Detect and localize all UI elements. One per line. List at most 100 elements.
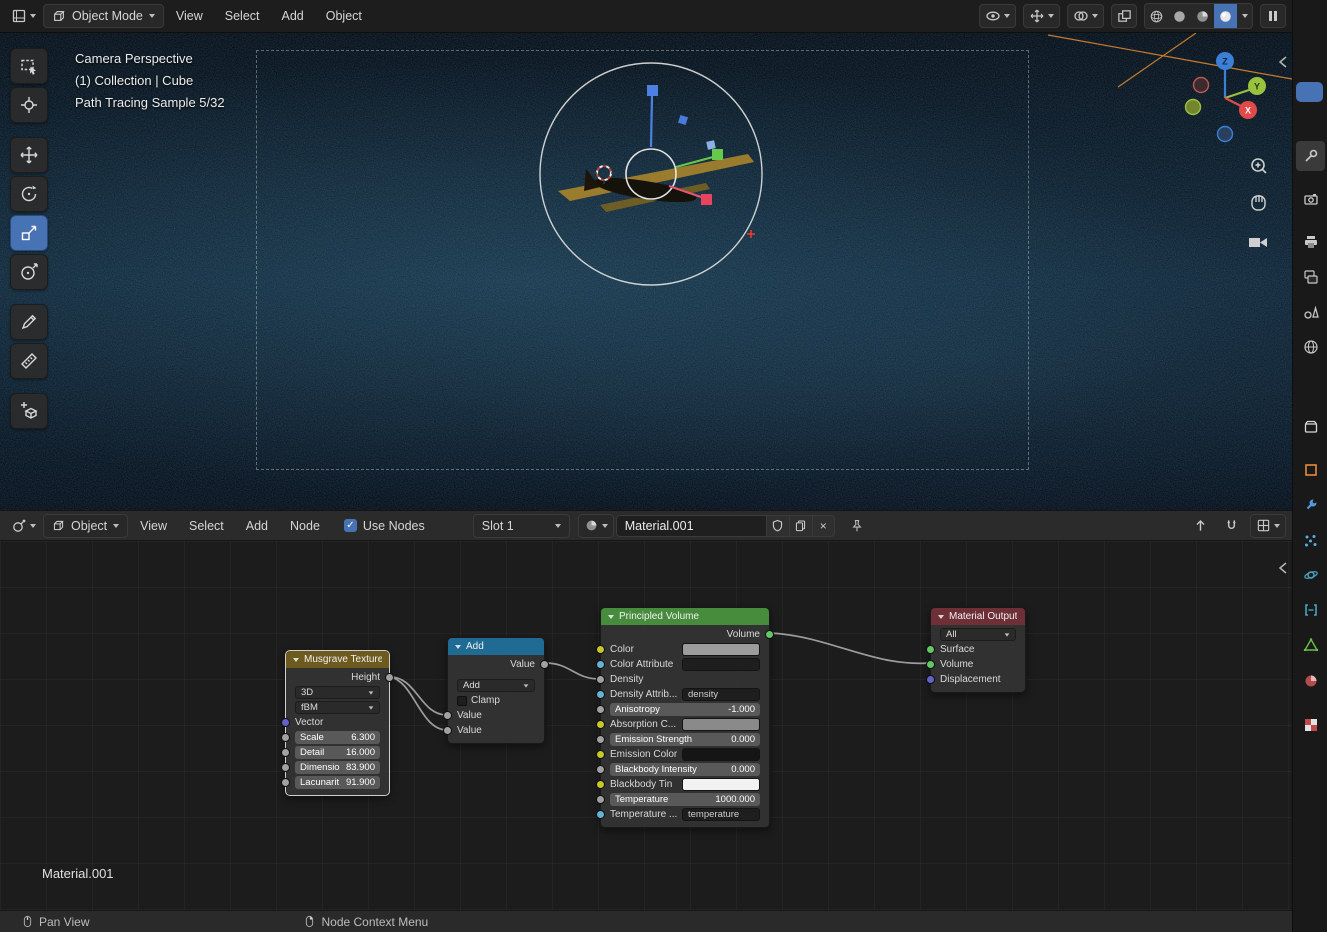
shading-options-dropdown[interactable] bbox=[1237, 4, 1252, 28]
tab-modifiers[interactable] bbox=[1296, 490, 1325, 520]
pause-preview-button[interactable] bbox=[1260, 4, 1286, 28]
output-target-dropdown[interactable]: All bbox=[940, 628, 1016, 641]
shading-rendered-button[interactable] bbox=[1214, 4, 1237, 28]
menu-view[interactable]: View bbox=[130, 514, 177, 538]
tool-transform[interactable] bbox=[10, 254, 48, 290]
show-gizmos-dropdown[interactable] bbox=[1023, 4, 1060, 28]
tab-tool[interactable] bbox=[1296, 141, 1325, 171]
socket-temperature-attribute-input[interactable] bbox=[596, 810, 605, 819]
tab-material[interactable] bbox=[1296, 666, 1325, 696]
tab-strip-scrollbar[interactable] bbox=[1296, 82, 1323, 102]
menu-add[interactable]: Add bbox=[236, 514, 278, 538]
socket-dimension-input[interactable] bbox=[281, 763, 290, 772]
3d-viewport[interactable]: Camera Perspective (1) Collection | Cube… bbox=[0, 33, 1292, 510]
socket-emission-color-input[interactable] bbox=[596, 750, 605, 759]
unlink-material-button[interactable]: × bbox=[811, 514, 835, 537]
temperature-attribute-field[interactable]: temperature bbox=[682, 808, 760, 821]
socket-volume-input[interactable] bbox=[926, 660, 935, 669]
socket-value-output[interactable] bbox=[540, 660, 549, 669]
socket-absorption-color-input[interactable] bbox=[596, 720, 605, 729]
tool-scale[interactable] bbox=[10, 215, 48, 251]
collapse-triangle-icon[interactable] bbox=[455, 644, 461, 649]
editor-options-dropdown[interactable] bbox=[1250, 513, 1286, 538]
collapse-triangle-icon[interactable] bbox=[608, 614, 614, 619]
socket-emission-strength-input[interactable] bbox=[596, 735, 605, 744]
density-attribute-field[interactable]: density bbox=[682, 688, 760, 701]
tab-collection[interactable] bbox=[1296, 412, 1325, 442]
absorption-color-swatch[interactable] bbox=[682, 718, 760, 731]
node-header[interactable]: Add bbox=[448, 638, 544, 655]
musgrave-type-dropdown[interactable]: fBM bbox=[295, 701, 380, 714]
tool-measure[interactable] bbox=[10, 343, 48, 379]
blackbody-intensity-slider[interactable]: Blackbody Intensity 0.000 bbox=[610, 763, 760, 776]
shading-solid-button[interactable] bbox=[1168, 4, 1191, 28]
menu-select[interactable]: Select bbox=[215, 4, 270, 28]
tab-physics[interactable] bbox=[1296, 560, 1325, 590]
dimensions-dropdown[interactable]: 3D bbox=[295, 686, 380, 699]
editor-type-button[interactable] bbox=[6, 514, 41, 538]
show-overlays-dropdown[interactable] bbox=[1067, 4, 1104, 28]
lacunarity-slider[interactable]: Lacunarit 91.900 bbox=[295, 776, 380, 789]
socket-scale-input[interactable] bbox=[281, 733, 290, 742]
socket-surface-input[interactable] bbox=[926, 645, 935, 654]
node-header[interactable]: Material Output bbox=[931, 608, 1025, 625]
parent-node-tree-button[interactable] bbox=[1188, 514, 1212, 538]
tab-world[interactable] bbox=[1296, 332, 1325, 362]
tab-scene[interactable] bbox=[1296, 297, 1325, 327]
xray-toggle[interactable] bbox=[1111, 4, 1137, 28]
browse-material-dropdown[interactable] bbox=[577, 513, 614, 538]
node-principled-volume[interactable]: Principled Volume Volume Color Color Att… bbox=[596, 607, 774, 828]
socket-lacunarity-input[interactable] bbox=[281, 778, 290, 787]
use-nodes-toggle[interactable]: ✓ Use Nodes bbox=[343, 519, 425, 533]
scale-slider[interactable]: Scale 6.300 bbox=[295, 731, 380, 744]
anisotropy-slider[interactable]: Anisotropy -1.000 bbox=[610, 703, 760, 716]
collapse-triangle-icon[interactable] bbox=[293, 657, 299, 662]
tab-object-data[interactable] bbox=[1296, 630, 1325, 660]
menu-object[interactable]: Object bbox=[316, 4, 372, 28]
tool-annotate[interactable] bbox=[10, 304, 48, 340]
node-header[interactable]: Musgrave Texture bbox=[286, 651, 389, 668]
socket-blackbody-tint-input[interactable] bbox=[596, 780, 605, 789]
socket-height-output[interactable] bbox=[385, 673, 394, 682]
shading-wireframe-button[interactable] bbox=[1145, 4, 1168, 28]
tab-render[interactable] bbox=[1296, 184, 1325, 214]
tool-select-box[interactable] bbox=[10, 48, 48, 84]
dimension-slider[interactable]: Dimensio 83.900 bbox=[295, 761, 380, 774]
socket-vector-input[interactable] bbox=[281, 718, 290, 727]
editor-type-button[interactable] bbox=[6, 4, 41, 28]
operation-dropdown[interactable]: Add bbox=[457, 679, 535, 692]
color-swatch[interactable] bbox=[682, 643, 760, 656]
tab-texture[interactable] bbox=[1296, 710, 1325, 740]
menu-select[interactable]: Select bbox=[179, 514, 234, 538]
menu-node[interactable]: Node bbox=[280, 514, 330, 538]
node-header[interactable]: Principled Volume bbox=[601, 608, 769, 625]
tool-add-cube[interactable] bbox=[10, 393, 48, 429]
tab-view-layer[interactable] bbox=[1296, 262, 1325, 292]
pin-button[interactable] bbox=[845, 514, 869, 538]
fake-user-button[interactable] bbox=[765, 514, 789, 537]
socket-displacement-input[interactable] bbox=[926, 675, 935, 684]
tool-move[interactable] bbox=[10, 137, 48, 173]
temperature-slider[interactable]: Temperature 1000.000 bbox=[610, 793, 760, 806]
socket-value-input-2[interactable] bbox=[443, 726, 452, 735]
socket-volume-output[interactable] bbox=[765, 630, 774, 639]
socket-temperature-input[interactable] bbox=[596, 795, 605, 804]
socket-anisotropy-input[interactable] bbox=[596, 705, 605, 714]
material-name-field[interactable]: Material.001 bbox=[615, 514, 766, 537]
node-material-output[interactable]: Material Output All Surface Volume Displ… bbox=[926, 607, 1026, 693]
object-visibility-dropdown[interactable] bbox=[979, 4, 1016, 28]
socket-blackbody-intensity-input[interactable] bbox=[596, 765, 605, 774]
mode-dropdown[interactable]: Object Mode bbox=[43, 4, 164, 28]
snapping-button[interactable] bbox=[1219, 514, 1243, 538]
menu-view[interactable]: View bbox=[166, 4, 213, 28]
shader-node-editor[interactable]: Musgrave Texture Height 3D fBM Vector Sc… bbox=[0, 541, 1292, 910]
emission-strength-slider[interactable]: Emission Strength 0.000 bbox=[610, 733, 760, 746]
color-attribute-field[interactable] bbox=[682, 658, 760, 671]
clamp-checkbox[interactable] bbox=[457, 695, 467, 706]
collapse-triangle-icon[interactable] bbox=[938, 614, 944, 619]
tab-constraints[interactable] bbox=[1296, 595, 1325, 625]
node-math-add[interactable]: Add Value Add Clamp Value Value bbox=[443, 637, 549, 744]
tab-output[interactable] bbox=[1296, 227, 1325, 257]
material-slot-dropdown[interactable]: Slot 1 bbox=[472, 513, 570, 538]
socket-density-attribute-input[interactable] bbox=[596, 690, 605, 699]
